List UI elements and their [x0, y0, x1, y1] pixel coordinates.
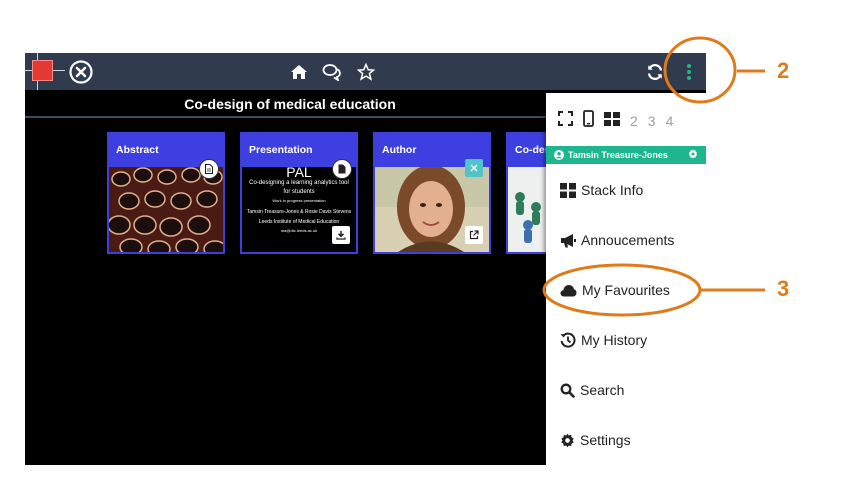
- megaphone-icon: [561, 233, 576, 247]
- history-icon: [560, 332, 576, 348]
- typewriter-keys-image: [109, 167, 223, 252]
- cloud-icon: [560, 284, 577, 296]
- top-toolbar: [25, 53, 706, 90]
- layout-switcher: 2 3 4: [558, 110, 674, 132]
- document-icon[interactable]: [199, 159, 219, 179]
- file-icon[interactable]: [332, 159, 352, 179]
- menu-item-announcements[interactable]: Annoucements: [560, 229, 674, 251]
- user-name: Tamsin Treasure-Jones: [568, 150, 668, 160]
- fullscreen-icon[interactable]: [558, 111, 573, 131]
- menu-item-label: Settings: [580, 432, 631, 448]
- stack-title: Co-design of medical education: [184, 96, 396, 112]
- slide-line: Leeds Institute of Medical Education: [258, 219, 340, 225]
- star-icon[interactable]: [356, 62, 376, 82]
- menu-item-my-favourites[interactable]: My Favourites: [560, 279, 670, 301]
- layout-option-3[interactable]: 3: [648, 113, 656, 129]
- download-icon[interactable]: [332, 226, 350, 244]
- more-vertical-icon[interactable]: [682, 62, 696, 82]
- gear-icon: [561, 433, 574, 447]
- close-icon[interactable]: [69, 60, 93, 84]
- menu-item-stack-info[interactable]: Stack Info: [560, 179, 643, 201]
- card-abstract[interactable]: Abstract: [107, 132, 225, 254]
- menu-item-my-history[interactable]: My History: [560, 329, 647, 351]
- menu-item-settings[interactable]: Settings: [560, 429, 631, 451]
- menu-item-label: Stack Info: [581, 182, 644, 198]
- layout-option-2[interactable]: 2: [630, 113, 638, 129]
- menu-item-label: My Favourites: [582, 282, 670, 298]
- card-author[interactable]: Author: [373, 132, 491, 254]
- logo-icon[interactable]: [32, 60, 53, 81]
- grid-layout-icon[interactable]: [604, 111, 620, 131]
- profile-badge-icon[interactable]: [465, 159, 483, 177]
- annotation-label: 3: [777, 276, 790, 301]
- dropdown-menu: 2 3 4 Tamsin Treasure-Jones Stack Info A…: [546, 93, 706, 465]
- card-presentation[interactable]: Presentation PAL Co-designing a learning…: [240, 132, 358, 254]
- sync-icon[interactable]: [645, 62, 665, 82]
- slide-line: Co-designing a learning analytics tool: [249, 180, 349, 186]
- user-icon: [554, 150, 564, 162]
- search-icon: [560, 383, 575, 398]
- slide-line: Tamsin Treasure-Jones & Rosie Davis Stev…: [246, 209, 352, 215]
- user-bar: Tamsin Treasure-Jones: [546, 146, 706, 164]
- app-window: Co-design of medical education Abstract …: [25, 53, 706, 465]
- card-title: Presentation: [249, 144, 313, 156]
- chat-icon[interactable]: [322, 63, 342, 81]
- menu-item-label: My History: [581, 332, 648, 348]
- home-icon[interactable]: [290, 63, 308, 81]
- slide-line: for students: [283, 189, 315, 195]
- card-title: Abstract: [116, 144, 159, 156]
- external-link-icon[interactable]: [465, 226, 483, 244]
- grid-icon: [560, 182, 576, 198]
- annotation-label: 2: [777, 58, 790, 83]
- mobile-icon[interactable]: [583, 110, 594, 132]
- user-settings-icon[interactable]: [688, 149, 698, 161]
- layout-option-4[interactable]: 4: [666, 113, 674, 129]
- menu-item-label: Annoucements: [581, 232, 675, 248]
- slide-line: Work in progress presentation: [272, 198, 326, 203]
- menu-item-search[interactable]: Search: [560, 379, 624, 401]
- menu-item-label: Search: [580, 382, 625, 398]
- card-title: Author: [382, 144, 417, 156]
